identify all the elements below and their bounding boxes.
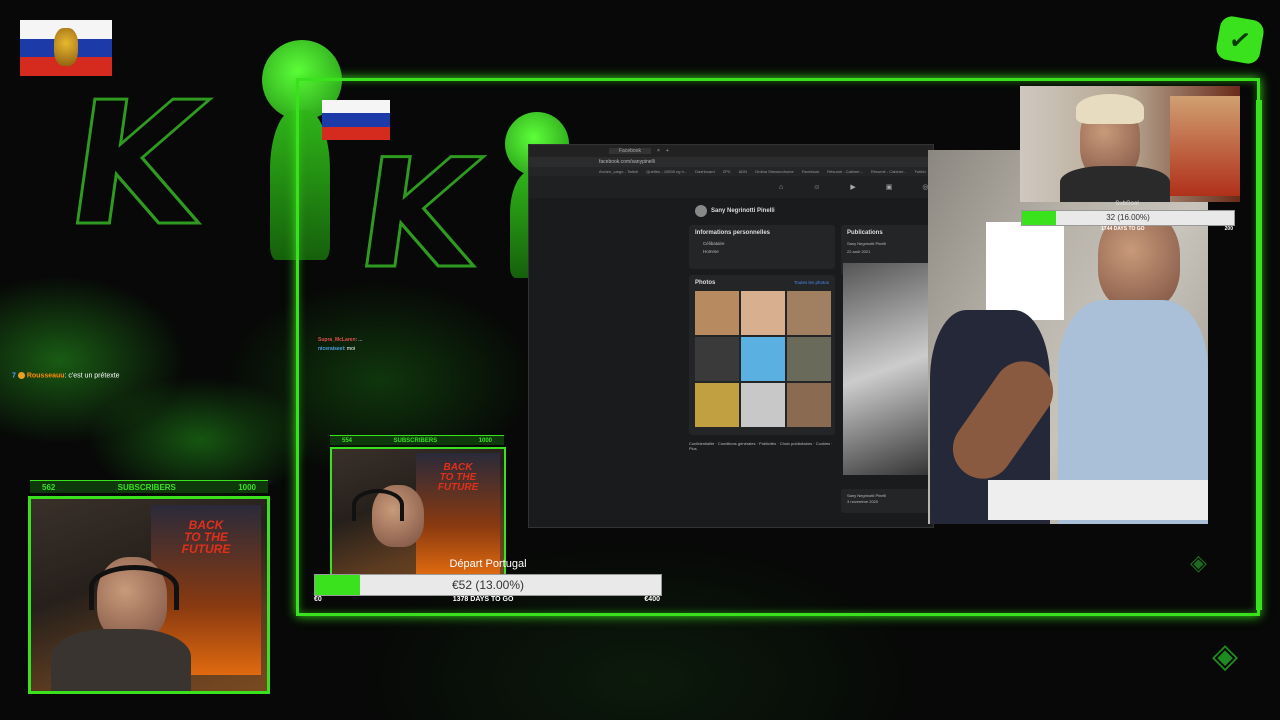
chat-username: niceraiseet	[318, 346, 345, 352]
chat-message: 7 Rousseauu: c'est un prétexte	[12, 372, 120, 379]
chat-message-inner-2: niceraiseet: moi	[318, 346, 355, 352]
subgoal-amount: 32 (16.00%)	[1106, 213, 1150, 222]
subscribers-start: 562	[42, 482, 56, 492]
k-logo-left: K	[55, 65, 218, 266]
subgoal-days: 1744 DAYS TO GO	[1101, 226, 1145, 232]
subscribers-start: 554	[342, 437, 353, 444]
painting-image	[1170, 96, 1240, 196]
webcam-left: BACK TO THE FUTURE	[28, 496, 270, 694]
post-author[interactable]: Sany Negrinotti Pinelli	[847, 493, 927, 498]
marketplace-icon[interactable]: ▣	[886, 183, 893, 191]
poster-image: BACK TO THE FUTURE	[416, 453, 500, 575]
photo-grid	[695, 291, 835, 427]
bookmark-item[interactable]: ZPX	[723, 169, 731, 174]
post-author[interactable]: Sany Negrinotti Pinelli	[847, 241, 927, 246]
photo-thumb[interactable]	[741, 291, 785, 335]
all-photos-link[interactable]: Toutes les photos	[794, 280, 829, 286]
chat-username: Supra_McLaren	[318, 337, 356, 343]
bookmark-item[interactable]: ADN	[739, 169, 747, 174]
streamer-body	[51, 629, 191, 691]
photo-thumb[interactable]	[741, 337, 785, 381]
subgoal-max: 200	[1224, 226, 1233, 232]
goal-progress-bar: €52 (13.00%)	[314, 574, 662, 596]
bookmarks-bar: Ancien_cargo - Twitch Quéltéu - 10539 ng …	[529, 167, 933, 176]
avatar[interactable]	[695, 205, 707, 217]
goal-amount: €52 (13.00%)	[451, 578, 525, 592]
post-card-2: Sany Negrinotti Pinelli 3 novembre 2020	[841, 489, 933, 513]
chat-text: : ...	[355, 337, 363, 343]
watch-icon[interactable]: ▶	[850, 183, 855, 191]
facebook-nav: ⌂ ☺ ▶ ▣ ◎	[529, 176, 933, 198]
photo-thumb[interactable]	[787, 337, 831, 381]
photos-title: Photos	[695, 280, 716, 286]
chat-text: : c'est un prétexte	[64, 372, 120, 380]
russian-flag-inner-icon	[322, 100, 390, 140]
subgoal-footer: 1744 DAYS TO GO 200	[1021, 226, 1233, 232]
about-item: Célibataire	[703, 241, 725, 246]
webcam-top-right	[1020, 86, 1240, 202]
bookmark-item[interactable]: Résumé - Cabiner...	[827, 169, 863, 174]
profile-header: Sany Negrinotti Pinelli	[695, 205, 775, 217]
goal-min: €0	[314, 596, 322, 603]
checkmark-icon: ✓	[1214, 14, 1266, 66]
ethereum-icon: ◈	[1212, 637, 1239, 675]
blurred-face	[986, 222, 1064, 320]
photo-thumb[interactable]	[695, 383, 739, 427]
address-bar[interactable]: facebook.com/sanypinelli	[529, 157, 933, 167]
browser-tab-bar: Facebook × +	[529, 145, 933, 157]
about-title: Informations personnelles	[695, 230, 771, 236]
chat-username: Rousseauu	[26, 372, 65, 380]
goal-footer: €0 1378 DAYS TO GO €400	[314, 596, 660, 603]
subscribers-end: 1000	[478, 437, 492, 444]
chat-message-inner-1: Supra_McLaren: ...	[318, 337, 362, 343]
goal-title: Départ Portugal	[449, 558, 527, 570]
new-tab-icon[interactable]: +	[666, 148, 669, 154]
ethereum-icon: ◈	[1190, 550, 1207, 575]
chat-text: : moi	[344, 346, 355, 352]
subscribers-label: SUBSCRIBERS	[117, 482, 176, 492]
close-icon[interactable]: ×	[657, 148, 660, 154]
bookmark-item[interactable]: Facebook	[802, 169, 820, 174]
photo-thumb[interactable]	[695, 337, 739, 381]
about-card: Informations personnelles Célibataire Ho…	[689, 225, 835, 269]
subscribers-end: 1000	[238, 482, 256, 492]
foreground-object	[988, 480, 1208, 520]
bookmark-item[interactable]: Twitch	[914, 169, 925, 174]
subscribers-bar-inner: 554 SUBSCRIBERS 1000	[330, 435, 504, 445]
subgoal-title: SubGoal	[1115, 201, 1139, 207]
bookmark-item[interactable]: Ordina Shewmohome	[755, 169, 794, 174]
cap-icon	[1076, 94, 1144, 124]
goal-days: 1378 DAYS TO GO	[452, 596, 514, 603]
footer-links[interactable]: Confidentialité · Conditions générales ·…	[689, 441, 835, 451]
home-icon[interactable]: ⌂	[779, 184, 783, 191]
browser-window[interactable]: Facebook × + facebook.com/sanypinelli An…	[528, 144, 934, 528]
photo-thumb[interactable]	[741, 383, 785, 427]
subgoal-progress-bar: 32 (16.00%)	[1021, 210, 1235, 226]
headphones-icon	[352, 489, 404, 521]
publications-title: Publications	[847, 230, 883, 236]
bookmark-item[interactable]: Quéltéu - 10539 ng h...	[646, 169, 687, 174]
about-item: Homme	[703, 249, 719, 254]
chat-badge-icon	[17, 372, 25, 379]
goal-max: €400	[644, 596, 660, 603]
bookmark-item[interactable]: Résumé - Cabiner...	[871, 169, 907, 174]
photo-thumb[interactable]	[787, 291, 831, 335]
bookmark-item[interactable]: Dashboard	[695, 169, 715, 174]
photo-thumb[interactable]	[787, 383, 831, 427]
profile-name[interactable]: Sany Negrinotti Pinelli	[711, 208, 775, 214]
post-image[interactable]	[843, 263, 933, 475]
photos-card: Photos Toutes les photos	[689, 275, 835, 435]
tab-facebook[interactable]: Facebook	[609, 148, 651, 154]
friends-icon[interactable]: ☺	[813, 184, 820, 191]
subscribers-label: SUBSCRIBERS	[393, 437, 438, 444]
subscribers-bar-left: 562 SUBSCRIBERS 1000	[30, 480, 268, 493]
post-date: 3 novembre 2020	[847, 499, 879, 504]
bookmark-item[interactable]: Ancien_cargo - Twitch	[599, 169, 638, 174]
photo-thumb[interactable]	[695, 291, 739, 335]
post-date: 22 août 2021	[847, 249, 871, 254]
chat-badge: 7	[12, 372, 16, 380]
streamer-body	[1060, 166, 1170, 202]
headphones-icon	[89, 565, 179, 610]
